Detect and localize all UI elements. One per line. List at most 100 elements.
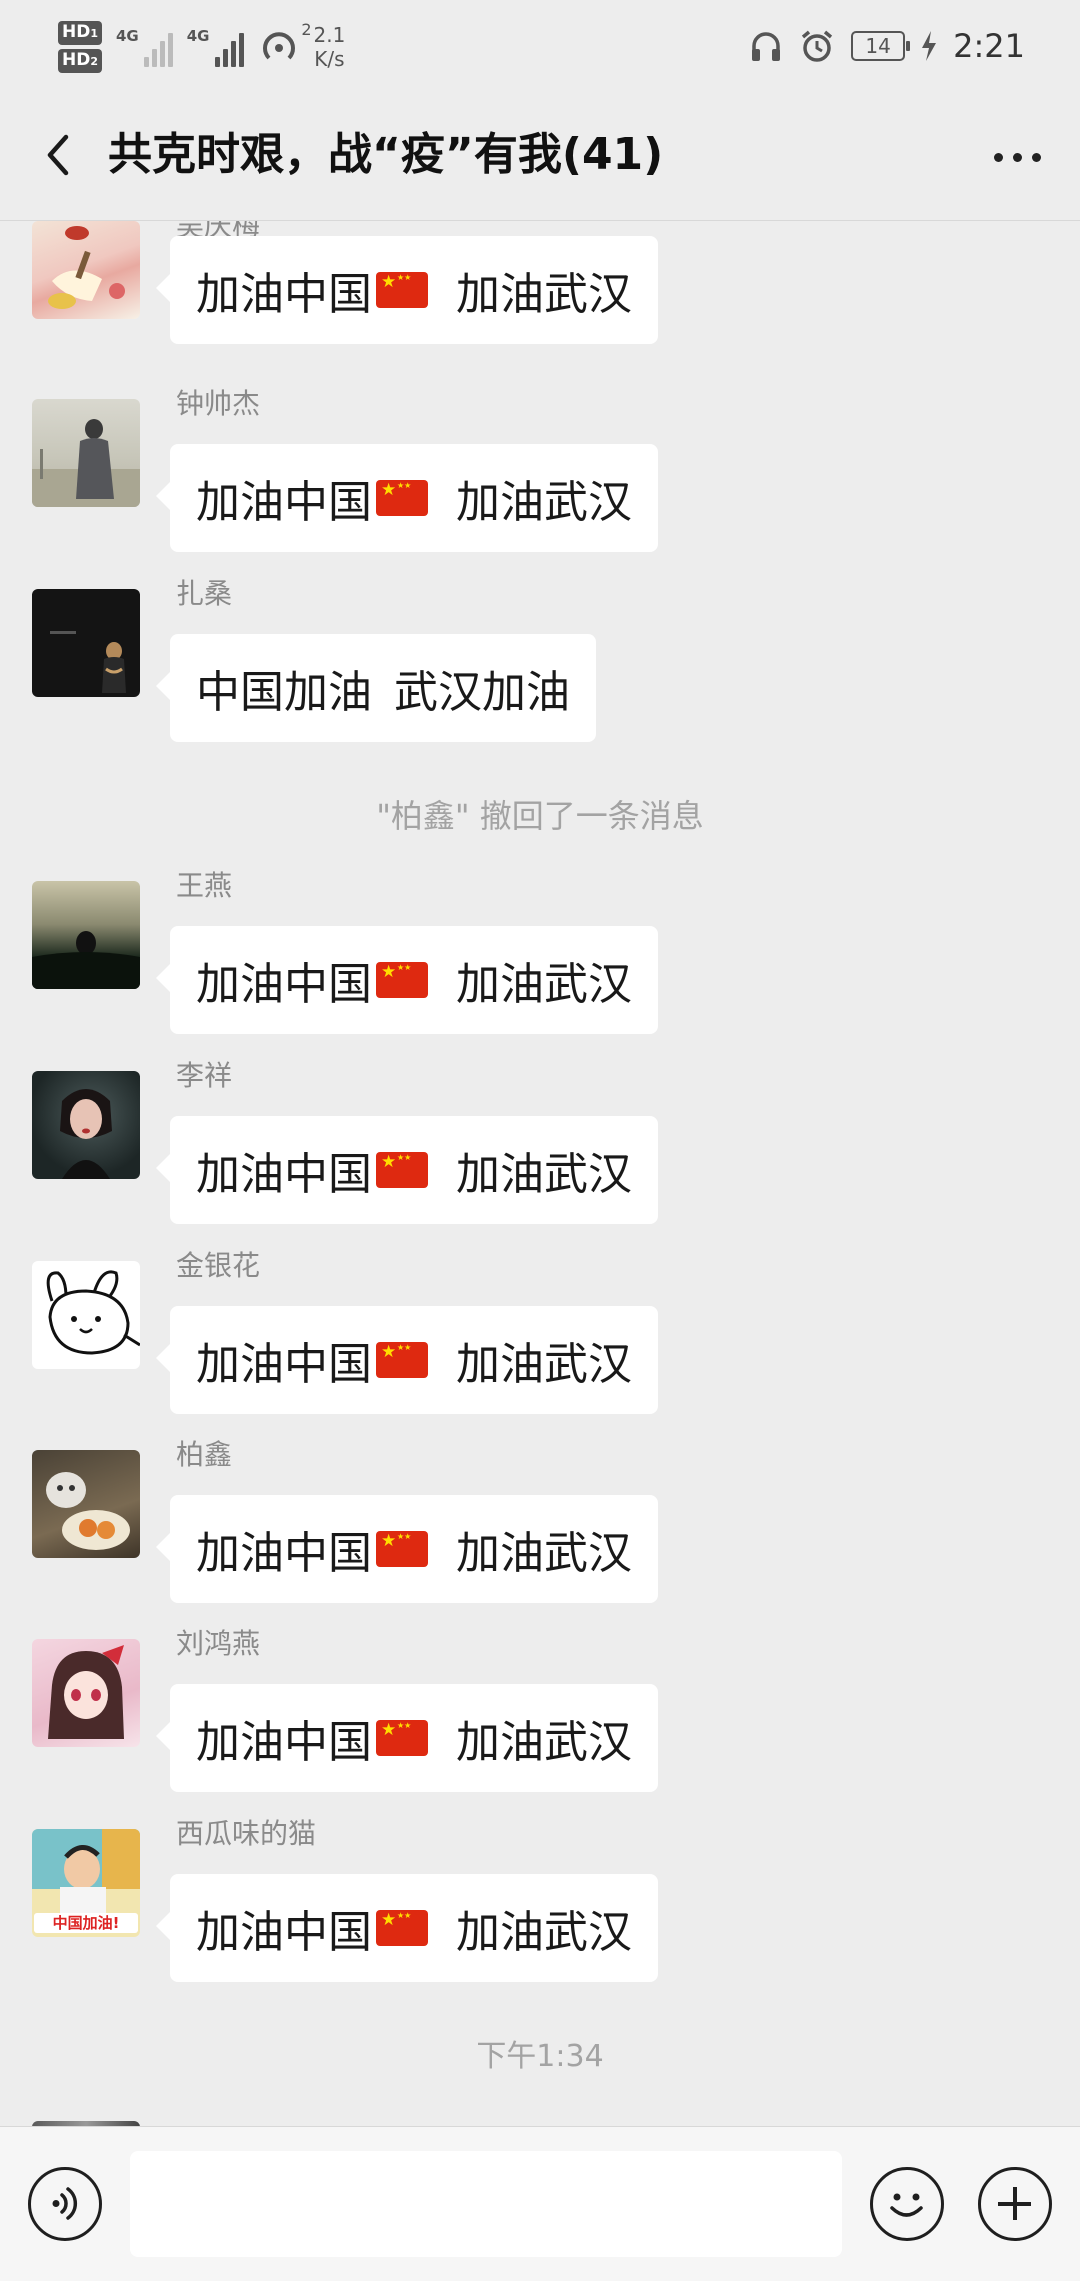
status-bar-right: 14 2:21	[749, 18, 1025, 74]
message-text: 加油武汉	[456, 477, 632, 528]
china-flag-icon	[376, 1342, 428, 1378]
avatar[interactable]	[32, 1071, 140, 1179]
hd-badge-1: HD1	[58, 21, 102, 45]
message-text: 加油中国	[196, 477, 372, 528]
plus-button[interactable]	[978, 2167, 1052, 2241]
message-row: 李祥 加油中国 加油武汉	[0, 1059, 1080, 1231]
speed-unit: K/s	[314, 47, 345, 71]
hd-badge-2: HD2	[58, 49, 102, 73]
avatar[interactable]	[32, 589, 140, 697]
voice-button[interactable]	[28, 2167, 102, 2241]
china-flag-icon	[376, 1152, 428, 1188]
avatar-zhong-image	[32, 419, 140, 507]
signal-1-label: 4G	[116, 27, 139, 45]
more-button[interactable]	[982, 129, 1052, 185]
charging-bolt-icon	[922, 31, 937, 61]
message-bubble[interactable]: 中国加油 武汉加油	[156, 634, 596, 742]
sender-name: 扎桑	[176, 577, 233, 610]
recall-notice: "柏鑫" 撤回了一条消息	[376, 797, 704, 835]
message-bubble[interactable]: 加油中国 加油武汉	[156, 1495, 658, 1603]
message-text: 加油中国	[196, 269, 372, 320]
message-row: 刘鸿燕 加油中国 加油武汉	[0, 1627, 1080, 1799]
message-bubble[interactable]: 加油中国 加油武汉	[156, 1116, 658, 1224]
signal-2-icon: 4G	[187, 27, 244, 67]
message-bubble[interactable]: 加油中国 加油武汉	[156, 926, 658, 1034]
status-bar-left: HD1 HD2 4G 4G 2 2.1 K/s	[58, 12, 345, 82]
back-button[interactable]	[32, 125, 92, 185]
avatar-wu-image	[48, 226, 125, 309]
sender-name: 西瓜味的猫	[176, 1817, 317, 1850]
sender-name: 李祥	[176, 1059, 233, 1092]
message-text: 加油武汉	[456, 959, 632, 1010]
status-bar: HD1 HD2 4G 4G 2 2.1 K/s 14 2:21	[0, 0, 1080, 95]
avatar[interactable]	[32, 1261, 140, 1369]
battery-icon: 14	[851, 31, 911, 61]
avatar[interactable]	[32, 1450, 140, 1558]
hotspot-icon: 2	[258, 20, 312, 70]
chevron-left-icon	[47, 134, 69, 176]
avatar[interactable]	[32, 221, 140, 319]
message-text: 加油中国	[196, 1528, 372, 1579]
sender-name: 刘鸿燕	[176, 1627, 261, 1660]
chat-header: 共克时艰，战“疫”有我(41)	[0, 95, 1080, 221]
avatar-jin-image	[46, 1270, 140, 1355]
speed-value: 2.1	[313, 23, 346, 47]
message-text: 加油武汉	[456, 269, 632, 320]
china-flag-icon	[376, 1531, 428, 1567]
china-flag-icon	[376, 480, 428, 516]
emoji-icon	[890, 2193, 923, 2217]
avatar[interactable]	[32, 1639, 140, 1747]
avatar[interactable]	[32, 399, 140, 507]
message-bubble[interactable]: 加油中国 加油武汉	[156, 236, 658, 344]
more-dot	[1012, 152, 1022, 162]
avatar-wang-image	[32, 931, 140, 989]
message-text: 中国加油	[196, 667, 372, 718]
avatar-zha-image	[50, 631, 126, 693]
message-bubble[interactable]: 加油中国 加油武汉	[156, 1684, 658, 1792]
message-text: 加油中国	[196, 1717, 372, 1768]
message-row: 吴庆梅 加油中国 加油武汉	[0, 221, 1080, 361]
sender-name: 金银花	[176, 1249, 261, 1282]
sender-name: 钟帅杰	[176, 387, 261, 420]
emoji-button[interactable]	[870, 2167, 944, 2241]
signal-bar	[222, 49, 228, 67]
signal-bar	[214, 57, 220, 67]
signal-bar	[143, 57, 149, 67]
message-text: 加油武汉	[456, 1717, 632, 1768]
message-text: 加油中国	[196, 1907, 372, 1958]
message-text: 加油武汉	[456, 1149, 632, 1200]
message-input[interactable]	[130, 2151, 842, 2257]
message-text: 武汉加油	[394, 667, 570, 718]
avatar-liu-image	[48, 1645, 124, 1739]
signal-bar	[151, 49, 157, 67]
message-row: 金银花 加油中国 加油武汉	[0, 1249, 1080, 1421]
message-row: 王燕 加油中国 加油武汉	[0, 869, 1080, 1041]
voice-icon	[52, 2187, 78, 2220]
message-row: 柏鑫 加油中国 加油武汉	[0, 1438, 1080, 1610]
message-text: 加油中国	[196, 959, 372, 1010]
message-text: 加油中国	[196, 1149, 372, 1200]
message-row: 钟帅杰 加油中国 加油武汉	[0, 387, 1080, 559]
alarm-icon	[802, 30, 833, 62]
avatar[interactable]	[32, 881, 140, 989]
signal-1-icon: 4G	[116, 27, 173, 67]
battery-level: 14	[865, 34, 891, 58]
more-dot	[993, 152, 1003, 162]
network-speed: 2.1 K/s	[314, 23, 346, 71]
timestamp: 下午1:34	[476, 2039, 604, 2074]
message-bubble[interactable]: 加油中国 加油武汉	[156, 1306, 658, 1414]
china-flag-icon	[376, 272, 428, 308]
status-time: 2:21	[953, 27, 1025, 65]
message-bubble[interactable]: 加油中国 加油武汉	[156, 1874, 658, 1982]
message-text: 加油中国	[196, 1339, 372, 1390]
signal-bar	[159, 41, 165, 67]
china-flag-icon	[376, 1910, 428, 1946]
message-row: 中国加油! 西瓜味的猫 加油中国 加油武汉	[0, 1817, 1080, 1989]
hd-badge-1-label: HD	[62, 22, 91, 42]
signal-bar	[167, 33, 173, 67]
message-list[interactable]: 吴庆梅 加油中国 加油武汉 钟帅杰 加油中国 加油武汉	[0, 221, 1080, 2126]
avatar[interactable]: 中国加油!	[32, 1829, 140, 1937]
sender-name: 王燕	[176, 869, 233, 902]
message-text: 加油武汉	[456, 1528, 632, 1579]
message-bubble[interactable]: 加油中国 加油武汉	[156, 444, 658, 552]
